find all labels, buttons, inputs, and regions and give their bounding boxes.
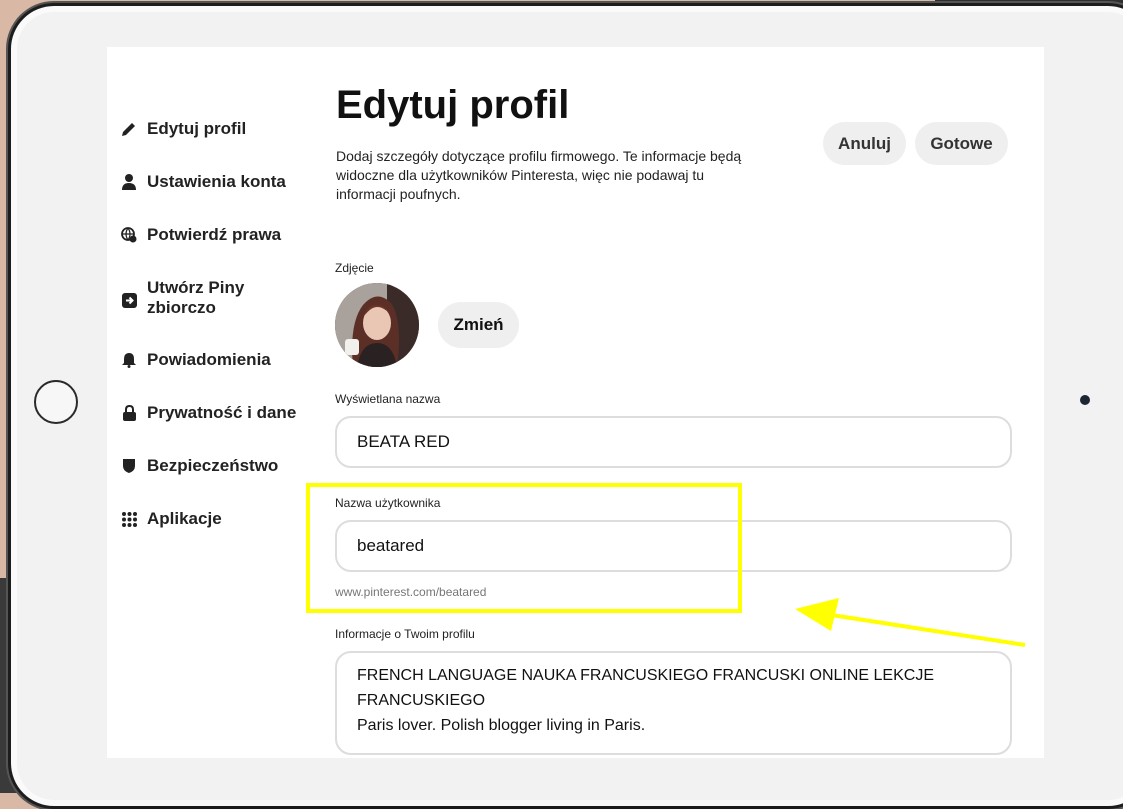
shield-icon bbox=[121, 456, 137, 476]
sidebar-item-claim[interactable]: Potwierdź prawa bbox=[121, 225, 311, 245]
camera-icon bbox=[1080, 395, 1090, 405]
import-icon bbox=[121, 290, 137, 310]
person-icon bbox=[121, 172, 137, 192]
sidebar-item-label: Bezpieczeństwo bbox=[147, 456, 279, 475]
photo-label: Zdjęcie bbox=[335, 261, 374, 275]
apps-grid-icon bbox=[121, 509, 137, 529]
avatar-photo bbox=[335, 283, 419, 367]
sidebar-item-privacy[interactable]: Prywatność i dane bbox=[121, 403, 311, 423]
about-line: Paris lover. Polish blogger living in Pa… bbox=[357, 717, 646, 734]
settings-sidebar: Edytuj profil Ustawienia konta Potwierdź… bbox=[121, 119, 311, 562]
sidebar-item-security[interactable]: Bezpieczeństwo bbox=[121, 456, 311, 476]
sidebar-item-apps[interactable]: Aplikacje bbox=[121, 509, 311, 529]
sidebar-item-label: Edytuj profil bbox=[147, 119, 247, 138]
page-description: Dodaj szczegóły dotyczące profilu firmow… bbox=[336, 148, 742, 202]
sidebar-item-notifications[interactable]: Powiadomienia bbox=[121, 350, 311, 370]
sidebar-item-edit-profile[interactable]: Edytuj profil bbox=[121, 119, 311, 139]
about-line: FRENCH LANGUAGE NAUKA FRANCUSKIEGO FRANC… bbox=[357, 667, 934, 684]
display-name-label: Wyświetlana nazwa bbox=[335, 392, 441, 406]
sidebar-item-label: Utwórz Piny zbiorczo bbox=[147, 278, 245, 317]
about-line: FRANCUSKIEGO bbox=[357, 692, 486, 709]
sidebar-item-label: Potwierdź prawa bbox=[147, 225, 282, 244]
change-photo-button[interactable]: Zmień bbox=[438, 302, 519, 348]
sidebar-item-label: Prywatność i dane bbox=[147, 403, 297, 422]
sidebar-item-account-settings[interactable]: Ustawienia konta bbox=[121, 172, 311, 192]
avatar[interactable] bbox=[335, 283, 419, 367]
cancel-button[interactable]: Anuluj bbox=[823, 122, 906, 165]
sidebar-item-bulk-pins[interactable]: Utwórz Piny zbiorczo bbox=[121, 278, 311, 318]
display-name-field[interactable]: BEATA RED bbox=[335, 416, 1012, 468]
lock-icon bbox=[121, 403, 137, 423]
globe-icon bbox=[121, 225, 137, 245]
about-label: Informacje o Twoim profilu bbox=[335, 627, 475, 641]
bell-icon bbox=[121, 350, 137, 370]
annotation-arrow-icon bbox=[795, 598, 1026, 647]
highlight-box bbox=[306, 483, 742, 613]
sidebar-item-label: Ustawienia konta bbox=[147, 172, 286, 191]
home-button[interactable] bbox=[34, 380, 78, 424]
about-field[interactable]: FRENCH LANGUAGE NAUKA FRANCUSKIEGO FRANC… bbox=[335, 651, 1012, 755]
done-button[interactable]: Gotowe bbox=[915, 122, 1008, 165]
page-title: Edytuj profil bbox=[336, 83, 570, 127]
sidebar-item-label: Aplikacje bbox=[147, 509, 222, 528]
pencil-icon bbox=[121, 119, 137, 139]
sidebar-item-label: Powiadomienia bbox=[147, 350, 271, 369]
